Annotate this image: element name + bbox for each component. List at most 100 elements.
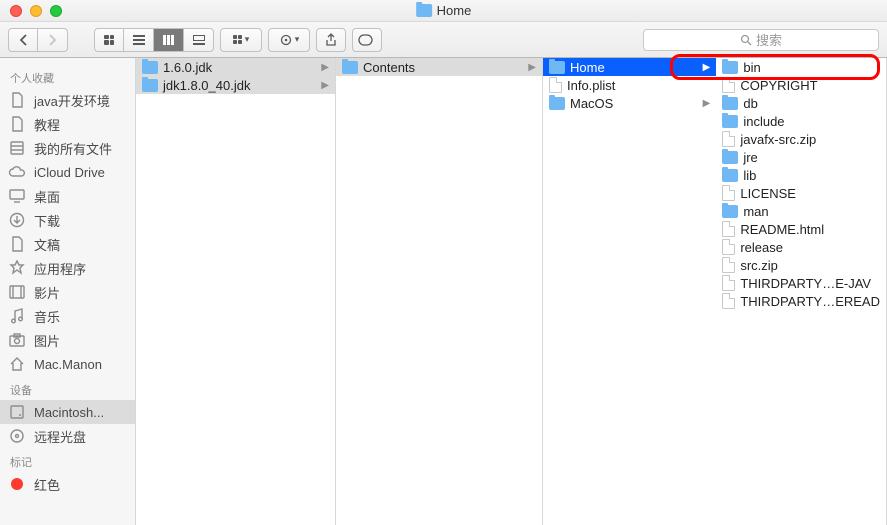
- tag-red-icon: [8, 475, 26, 493]
- sidebar-item-label: 教程: [34, 115, 60, 134]
- file-row[interactable]: include: [716, 112, 886, 130]
- file-label: Home: [570, 60, 605, 75]
- file-row[interactable]: lib: [716, 166, 886, 184]
- file-row[interactable]: db: [716, 94, 886, 112]
- maximize-button[interactable]: [50, 5, 62, 17]
- file-row[interactable]: man: [716, 202, 886, 220]
- document-icon: [722, 77, 735, 93]
- file-row[interactable]: README.html: [716, 220, 886, 238]
- file-row[interactable]: jdk1.8.0_40.jdk▶: [136, 76, 335, 94]
- sidebar-item[interactable]: java开发环境: [0, 88, 135, 112]
- file-row[interactable]: Info.plist: [543, 76, 716, 94]
- sidebar-item[interactable]: 教程: [0, 112, 135, 136]
- folder-icon: [722, 169, 738, 182]
- view-columns-button[interactable]: [154, 28, 184, 52]
- titlebar: Home: [0, 0, 887, 22]
- sidebar-item[interactable]: 应用程序: [0, 256, 135, 280]
- sidebar-item-label: 音乐: [34, 307, 60, 326]
- file-row[interactable]: THIRDPARTY…E-JAV: [716, 274, 886, 292]
- file-row[interactable]: Home ▶: [543, 58, 716, 76]
- file-row[interactable]: MacOS ▶: [543, 94, 716, 112]
- window-controls: [0, 5, 62, 17]
- sidebar-item-label: 文稿: [34, 235, 60, 254]
- share-button[interactable]: [316, 28, 346, 52]
- arrange-button[interactable]: ▾: [220, 28, 262, 52]
- forward-button[interactable]: [38, 28, 68, 52]
- file-row[interactable]: 1.6.0.jdk▶: [136, 58, 335, 76]
- action-button[interactable]: ▾: [268, 28, 310, 52]
- file-row[interactable]: LICENSE: [716, 184, 886, 202]
- file-row[interactable]: javafx-src.zip: [716, 130, 886, 148]
- file-label: javafx-src.zip: [740, 132, 816, 147]
- file-row[interactable]: bin: [716, 58, 886, 76]
- window-title: Home: [416, 3, 472, 18]
- back-button[interactable]: [8, 28, 38, 52]
- file-label: man: [743, 204, 768, 219]
- sidebar-item[interactable]: 桌面: [0, 184, 135, 208]
- file-row[interactable]: release: [716, 238, 886, 256]
- action-group: ▾: [268, 28, 310, 52]
- sidebar-item-label: 远程光盘: [34, 427, 86, 446]
- tags-button[interactable]: [352, 28, 382, 52]
- sidebar-item[interactable]: Mac.Manon: [0, 352, 135, 376]
- search-icon: [740, 34, 752, 46]
- folder-icon: [722, 115, 738, 128]
- music-icon: [8, 307, 26, 325]
- sidebar-item[interactable]: 影片: [0, 280, 135, 304]
- file-label: bin: [743, 60, 760, 75]
- desktop-icon: [8, 187, 26, 205]
- file-row[interactable]: THIRDPARTY…EREAD: [716, 292, 886, 310]
- close-button[interactable]: [10, 5, 22, 17]
- view-gallery-button[interactable]: [184, 28, 214, 52]
- sidebar-item[interactable]: 红色: [0, 472, 135, 496]
- view-list-button[interactable]: [124, 28, 154, 52]
- folder-icon: [549, 61, 565, 74]
- document-icon: [722, 257, 735, 273]
- window-title-text: Home: [437, 3, 472, 18]
- minimize-button[interactable]: [30, 5, 42, 17]
- file-label: README.html: [740, 222, 824, 237]
- chevron-right-icon: ▶: [528, 62, 536, 73]
- search-input[interactable]: 搜索: [643, 29, 879, 51]
- home-icon: [8, 355, 26, 373]
- apps-icon: [8, 259, 26, 277]
- sidebar-item[interactable]: iCloud Drive: [0, 160, 135, 184]
- file-label: 1.6.0.jdk: [163, 60, 212, 75]
- sidebar-item[interactable]: 我的所有文件: [0, 136, 135, 160]
- file-label: THIRDPARTY…E-JAV: [740, 276, 871, 291]
- sidebar-item[interactable]: Macintosh...: [0, 400, 135, 424]
- document-icon: [722, 293, 735, 309]
- folder-icon: [722, 151, 738, 164]
- chevron-right-icon: ▶: [321, 80, 329, 91]
- sidebar-item-label: 应用程序: [34, 259, 86, 278]
- sidebar-item[interactable]: 远程光盘: [0, 424, 135, 448]
- folder-icon: [549, 97, 565, 110]
- sidebar-item[interactable]: 音乐: [0, 304, 135, 328]
- file-label: LICENSE: [740, 186, 796, 201]
- sidebar-item-label: Mac.Manon: [34, 357, 102, 372]
- sidebar-header: 标记: [0, 448, 135, 472]
- sidebar-item-label: Macintosh...: [34, 405, 104, 420]
- folder-icon: [722, 61, 738, 74]
- sidebar-item-label: 我的所有文件: [34, 139, 112, 158]
- sidebar-item[interactable]: 图片: [0, 328, 135, 352]
- sidebar-item[interactable]: 下载: [0, 208, 135, 232]
- sidebar-item-label: iCloud Drive: [34, 165, 105, 180]
- folder-icon: [142, 79, 158, 92]
- cloud-icon: [8, 163, 26, 181]
- file-label: MacOS: [570, 96, 613, 111]
- chevron-right-icon: ▶: [703, 62, 711, 73]
- sidebar-item[interactable]: 文稿: [0, 232, 135, 256]
- view-icons-button[interactable]: [94, 28, 124, 52]
- file-row[interactable]: COPYRIGHT: [716, 76, 886, 94]
- file-label: release: [740, 240, 783, 255]
- file-row[interactable]: jre: [716, 148, 886, 166]
- disk-icon: [8, 403, 26, 421]
- file-row[interactable]: src.zip: [716, 256, 886, 274]
- chevron-right-icon: ▶: [703, 98, 711, 109]
- doc-icon: [8, 91, 26, 109]
- column-browser: 1.6.0.jdk▶jdk1.8.0_40.jdk▶Contents▶Home▶…: [136, 58, 887, 525]
- file-row[interactable]: Contents▶: [336, 58, 542, 76]
- sidebar-item-label: 红色: [34, 475, 60, 494]
- file-label: lib: [743, 168, 756, 183]
